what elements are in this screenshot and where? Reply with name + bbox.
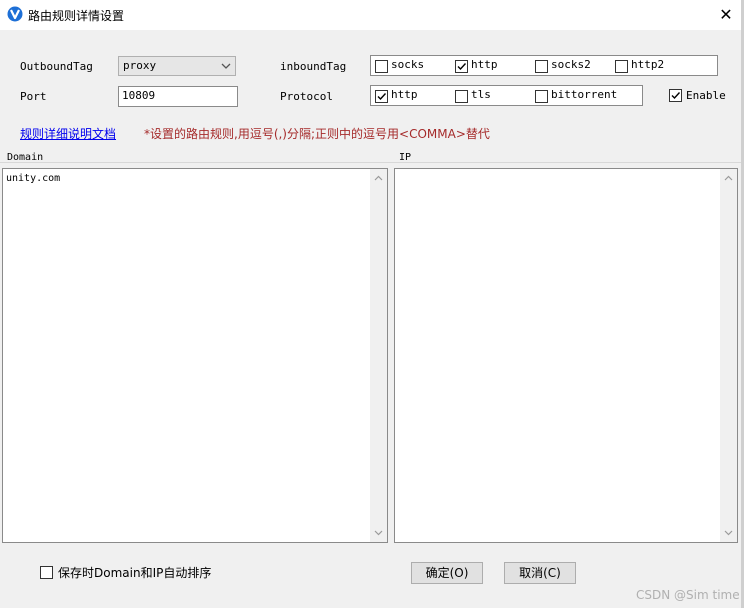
check-icon — [377, 93, 387, 101]
inbound-socks-checkbox[interactable] — [375, 60, 388, 73]
inbound-tag-group: socks http socks2 http2 — [370, 55, 718, 76]
ip-textarea[interactable] — [394, 168, 738, 543]
auto-sort-checkbox[interactable] — [40, 566, 53, 579]
protocol-http-label: http — [391, 88, 418, 101]
inbound-http2-checkbox[interactable] — [615, 60, 628, 73]
inbound-http-label: http — [471, 58, 498, 71]
ip-scrollbar[interactable] — [720, 169, 737, 542]
close-button[interactable]: ✕ — [716, 5, 736, 25]
cancel-button[interactable]: 取消(C) — [504, 562, 576, 584]
protocol-bittorrent-checkbox[interactable] — [535, 90, 548, 103]
protocol-bittorrent-label: bittorrent — [551, 88, 618, 101]
protocol-group: http tls bittorrent — [370, 85, 643, 106]
v2ray-app-icon — [7, 6, 23, 22]
outbound-tag-select[interactable]: proxy — [118, 56, 236, 76]
domain-textarea[interactable]: unity.com — [2, 168, 388, 543]
outbound-tag-label: OutboundTag — [20, 60, 93, 73]
inbound-http-checkbox[interactable] — [455, 60, 468, 73]
check-icon — [671, 92, 681, 100]
inbound-tag-label: inboundTag — [280, 60, 347, 73]
domain-group-title: Domain — [7, 152, 44, 163]
scroll-up-icon[interactable] — [374, 175, 383, 181]
scroll-down-icon[interactable] — [374, 530, 383, 536]
scroll-up-icon[interactable] — [724, 175, 733, 181]
domain-text: unity.com — [6, 173, 61, 184]
ip-group-title: IP — [399, 152, 412, 163]
domain-scrollbar[interactable] — [370, 169, 387, 542]
check-icon — [457, 63, 467, 71]
inbound-socks-label: socks — [391, 58, 425, 71]
protocol-tls-checkbox[interactable] — [455, 90, 468, 103]
inbound-http2-label: http2 — [631, 58, 665, 71]
window-title: 路由规则详情设置 — [28, 9, 125, 23]
scroll-down-icon[interactable] — [724, 530, 733, 536]
auto-sort-label: 保存时Domain和IP自动排序 — [58, 566, 212, 580]
enable-checkbox[interactable] — [669, 89, 682, 102]
port-input[interactable]: 10809 — [118, 86, 238, 107]
protocol-http-checkbox[interactable] — [375, 90, 388, 103]
watermark-text: CSDN @Sim time — [636, 588, 740, 602]
ok-button[interactable]: 确定(O) — [411, 562, 483, 584]
enable-label: Enable — [686, 89, 726, 102]
protocol-tls-label: tls — [471, 88, 491, 101]
port-label: Port — [20, 90, 47, 103]
inbound-socks2-checkbox[interactable] — [535, 60, 548, 73]
rules-note: *设置的路由规则,用逗号(,)分隔;正则中的逗号用<COMMA>替代 — [144, 127, 490, 141]
chevron-down-icon — [221, 63, 231, 69]
protocol-label: Protocol — [280, 90, 333, 103]
rules-doc-link[interactable]: 规则详细说明文档 — [20, 125, 116, 142]
outbound-tag-value: proxy — [123, 59, 157, 72]
inbound-socks2-label: socks2 — [551, 58, 591, 71]
section-divider — [0, 162, 744, 163]
